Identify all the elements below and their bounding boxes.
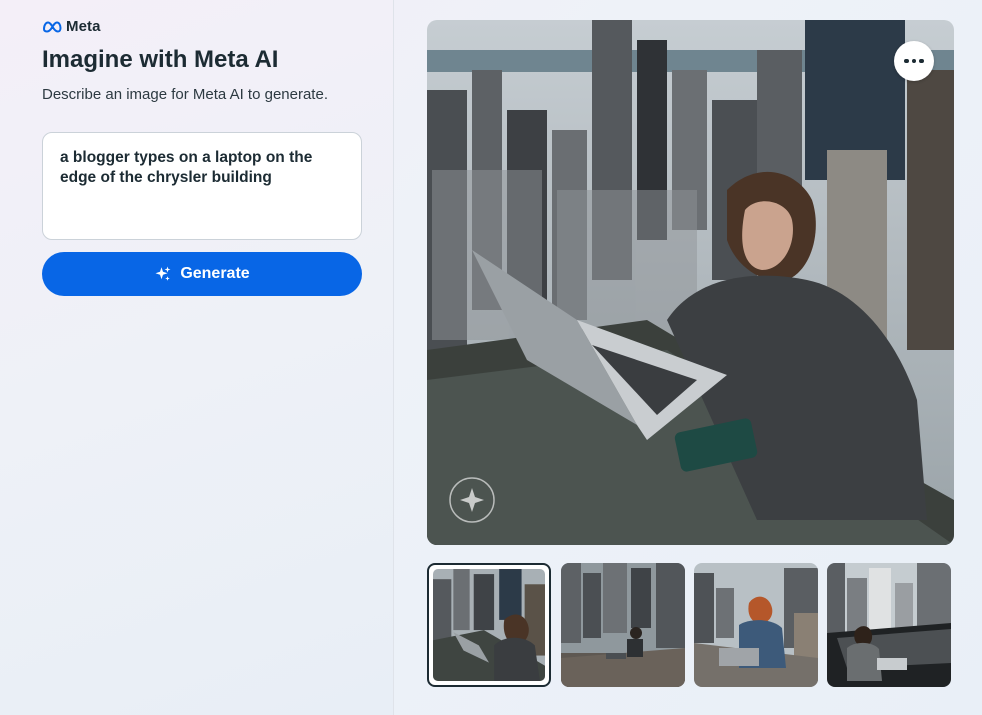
thumbnail-strip (427, 563, 954, 687)
more-options-button[interactable] (894, 41, 934, 81)
left-panel: Meta Imagine with Meta AI Describe an im… (0, 0, 394, 715)
right-panel (395, 0, 982, 715)
more-dot (911, 58, 917, 64)
thumbnail-4[interactable] (827, 563, 951, 687)
prompt-input[interactable]: a blogger types on a laptop on the edge … (42, 132, 362, 240)
thumbnail-3-art (694, 563, 818, 687)
thumbnail-2-art (561, 563, 685, 687)
thumbnail-1[interactable] (427, 563, 551, 687)
more-horizontal-icon (904, 58, 909, 64)
page-title: Imagine with Meta AI (42, 46, 279, 73)
thumbnail-4-art (827, 563, 951, 687)
more-dot (919, 58, 924, 64)
thumbnail-1-art (433, 569, 545, 681)
generate-button[interactable]: Generate (42, 252, 362, 296)
thumbnail-3[interactable] (694, 563, 818, 687)
meta-brand[interactable]: Meta (42, 18, 101, 35)
meta-infinity-logo-icon (42, 20, 62, 33)
brand-name: Meta (66, 18, 101, 35)
generate-button-label: Generate (180, 265, 250, 282)
generated-image-art (427, 20, 954, 545)
generated-image[interactable] (427, 20, 954, 545)
sparkle-icon (155, 266, 171, 281)
page-subtitle: Describe an image for Meta AI to generat… (42, 86, 328, 103)
thumbnail-2[interactable] (561, 563, 685, 687)
